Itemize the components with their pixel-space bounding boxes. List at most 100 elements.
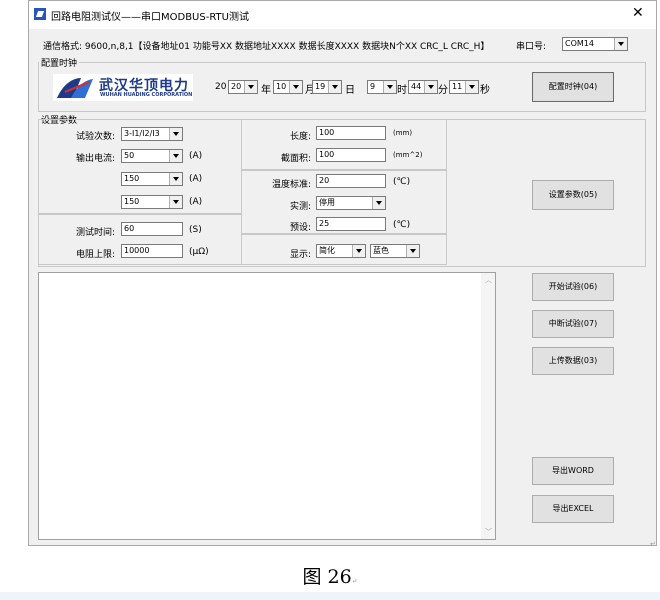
resistance-input[interactable]: 10000 [121,244,183,258]
current3-value: 150 [124,197,140,206]
current1-unit: (A) [189,151,203,161]
chevron-down-icon [289,81,302,93]
start-test-button[interactable]: 开始试验(06) [532,273,614,301]
year-unit: 年 [261,85,271,96]
current2-value: 150 [124,174,140,183]
second-unit: 秒 [480,85,490,96]
current1-select[interactable]: 50 [121,149,183,163]
app-window: 回路电阻测试仪——串口MODBUS-RTU测试 ✕ 通信格式: 9600,n,8… [28,0,657,546]
chevron-down-icon [406,245,419,257]
port-select[interactable]: COM14 [562,37,628,51]
length-input[interactable]: 100 [316,126,386,140]
window-title: 回路电阻测试仪——串口MODBUS-RTU测试 [51,12,249,23]
test-time-label: 测试时间: [75,228,115,238]
chevron-down-icon [328,81,341,93]
length-unit: (mm) [393,129,413,137]
day-value: 19 [315,82,326,91]
measured-select[interactable]: 停用 [316,196,386,210]
area-label: 截面积: [280,154,311,164]
chevron-down-icon [383,81,396,93]
resistance-unit: (μΩ) [189,247,209,257]
month-select[interactable]: 10 [273,80,303,94]
clock-legend: 配置时钟 [41,59,78,69]
display-lang-select[interactable]: 简化 [316,244,366,258]
test-count-value: 3-I1/I2/I3 [124,129,160,138]
chevron-down-icon [169,150,182,162]
temp-std-unit: (℃) [393,177,411,187]
area-unit: (mm^2) [393,151,423,159]
logo-mark-icon [57,78,93,98]
comm-format-text: 通信格式: 9600,n,8,1【设备地址01 功能号XX 数据地址XXXX 数… [43,42,490,52]
footer-bar [0,592,660,600]
chevron-down-icon [169,128,182,140]
close-icon[interactable]: ✕ [632,6,644,20]
logo-text-en: WUHAN HUADING CORPORATION [100,92,193,98]
current3-select[interactable]: 150 [121,195,183,209]
current2-unit: (A) [189,174,203,184]
second-select[interactable]: 11 [449,80,479,94]
minute-value: 44 [411,82,422,91]
export-excel-button[interactable]: 导出EXCEL [532,495,614,523]
hour-unit: 时 [397,85,407,96]
day-unit: 日 [345,85,355,96]
scroll-up-icon[interactable]: ︿ [485,275,492,285]
stop-test-button[interactable]: 中断试验(07) [532,310,614,338]
resistance-label: 电阻上限: [75,250,115,260]
chevron-down-icon [372,197,385,209]
chevron-down-icon [352,245,365,257]
display-color-select[interactable]: 蓝色 [370,244,420,258]
length-label: 长度: [289,132,311,142]
temp-std-input[interactable]: 20 [316,174,386,188]
chevron-down-icon [169,173,182,185]
display-lang-value: 简化 [319,246,335,255]
config-clock-button[interactable]: 配置时钟(04) [532,72,614,102]
log-textarea[interactable]: ︿ ﹀ [38,272,496,540]
caption-text: 图 26 [302,566,352,588]
test-count-select[interactable]: 3-I1/I2/I3 [121,127,183,141]
measured-label: 实测: [289,202,311,212]
day-select[interactable]: 19 [312,80,342,94]
chevron-down-icon [614,38,627,50]
area-input[interactable]: 100 [316,148,386,162]
chevron-down-icon [424,81,437,93]
test-time-input[interactable]: 60 [121,222,183,236]
hour-select[interactable]: 9 [367,80,397,94]
figure-caption: 图 26↵ [0,562,660,589]
measured-value: 停用 [319,198,335,207]
port-label: 串口号: [516,42,547,52]
preset-input[interactable]: 25 [316,217,386,231]
scroll-down-icon[interactable]: ﹀ [485,527,492,537]
current1-value: 50 [124,151,135,160]
display-label: 显示: [289,250,311,260]
minute-select[interactable]: 44 [408,80,438,94]
temp-std-label: 温度标准: [271,180,311,190]
month-value: 10 [276,82,287,91]
current3-unit: (A) [189,197,203,207]
caption-return-mark: ↵ [351,577,358,585]
test-count-label: 试验次数: [75,132,115,142]
display-color-value: 蓝色 [373,246,389,255]
chevron-down-icon [169,196,182,208]
minute-unit: 分 [438,85,448,96]
current2-select[interactable]: 150 [121,172,183,186]
company-logo: 武汉华顶电力 WUHAN HUADING CORPORATION [53,74,193,101]
current-label: 输出电流: [75,154,115,164]
app-icon [34,8,46,20]
hour-value: 9 [370,82,376,91]
port-value: COM14 [565,39,594,48]
upload-data-button[interactable]: 上传数据(03) [532,347,614,375]
preset-unit: (℃) [393,220,411,230]
set-params-button[interactable]: 设置参数(05) [532,180,614,210]
log-scrollbar[interactable]: ︿ ﹀ [481,273,495,539]
year-prefix: 20 [215,82,227,92]
second-value: 11 [452,82,463,91]
title-bar: 回路电阻测试仪——串口MODBUS-RTU测试 ✕ [29,1,656,29]
chevron-down-icon [244,81,257,93]
year-value: 20 [231,82,242,91]
test-time-unit: (S) [189,225,202,235]
chevron-down-icon [465,81,478,93]
year-select[interactable]: 20 [228,80,258,94]
return-mark: ↵ [650,540,656,548]
preset-label: 预设: [289,223,311,233]
export-word-button[interactable]: 导出WORD [532,457,614,485]
